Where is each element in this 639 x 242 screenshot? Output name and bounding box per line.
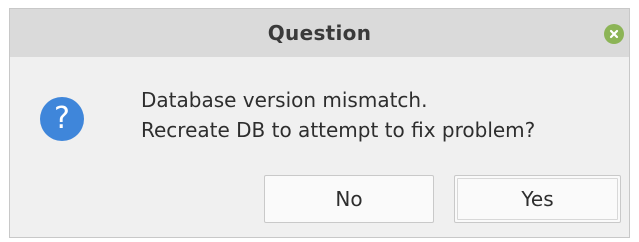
title-bar[interactable]: Question bbox=[10, 9, 629, 57]
close-button[interactable] bbox=[604, 24, 624, 44]
no-button[interactable]: No bbox=[264, 175, 434, 223]
question-dialog: Question ? Database version mismatch. Re… bbox=[9, 8, 630, 238]
dialog-body: ? Database version mismatch. Recreate DB… bbox=[10, 57, 629, 237]
question-glyph: ? bbox=[54, 101, 70, 136]
yes-button[interactable]: Yes bbox=[454, 175, 621, 223]
close-icon bbox=[609, 29, 619, 39]
dialog-message: Database version mismatch. Recreate DB t… bbox=[141, 85, 535, 145]
question-icon: ? bbox=[40, 97, 84, 141]
no-button-label: No bbox=[335, 187, 363, 211]
message-line-2: Recreate DB to attempt to fix problem? bbox=[141, 118, 536, 142]
message-line-1: Database version mismatch. bbox=[141, 88, 428, 112]
dialog-title: Question bbox=[267, 21, 372, 45]
yes-button-label: Yes bbox=[521, 187, 554, 211]
